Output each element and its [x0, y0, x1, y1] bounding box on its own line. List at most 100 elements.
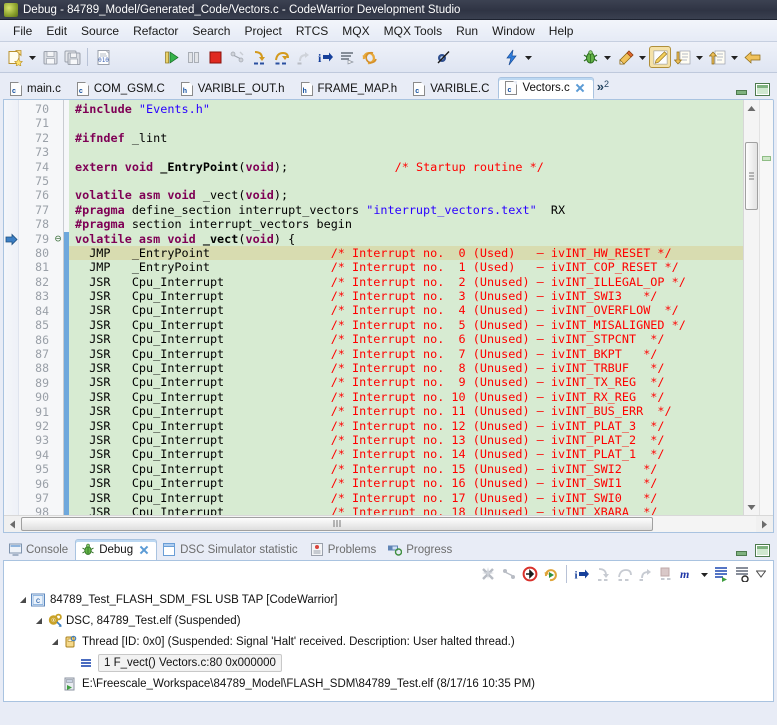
code-line[interactable]: JSR Cpu_Interrupt /* Interrupt no. 18 (U… — [69, 505, 743, 515]
next-annotation-dropdown-arrow[interactable] — [693, 46, 706, 68]
code-line[interactable]: JSR Cpu_Interrupt /* Interrupt no. 6 (Un… — [69, 332, 743, 346]
maximize-view-icon[interactable] — [755, 83, 770, 96]
step-by-step-icon[interactable] — [336, 46, 358, 68]
fold-marker[interactable] — [53, 260, 63, 274]
code-line[interactable]: JSR Cpu_Interrupt /* Interrupt no. 3 (Un… — [69, 289, 743, 303]
code-line[interactable]: JSR Cpu_Interrupt /* Interrupt no. 4 (Un… — [69, 303, 743, 317]
fold-marker[interactable] — [53, 131, 63, 145]
skip-all-breakpoints-icon[interactable] — [432, 46, 454, 68]
remove-all-terminated-icon[interactable] — [478, 564, 498, 584]
fold-marker[interactable]: ⊖ — [53, 232, 63, 246]
instruction-stepping-icon[interactable]: i — [572, 564, 592, 584]
scroll-left-icon[interactable] — [4, 516, 21, 532]
fold-marker[interactable] — [53, 333, 63, 347]
save-all-icon[interactable] — [61, 46, 83, 68]
menu-mqx-tools[interactable]: MQX Tools — [377, 22, 449, 40]
fold-marker[interactable] — [53, 188, 63, 202]
code-text-area[interactable]: #include "Events.h" #ifndef _lint extern… — [69, 100, 743, 515]
run-dropdown-arrow[interactable] — [636, 46, 649, 68]
menu-help[interactable]: Help — [542, 22, 581, 40]
debug-tree-node[interactable]: ◢ c 84789_Test_FLASH_SDM_FSL USB TAP [Code… — [4, 589, 773, 610]
run-last-tool-icon[interactable] — [500, 46, 522, 68]
code-line[interactable]: JMP _EntryPoint /* Interrupt no. 0 (Used… — [69, 245, 743, 261]
menu-project[interactable]: Project — [237, 22, 288, 40]
code-line[interactable]: JSR Cpu_Interrupt /* Interrupt no. 17 (U… — [69, 491, 743, 505]
editor-vertical-scrollbar[interactable] — [743, 100, 759, 515]
tree-expand-arrow-icon[interactable]: ◢ — [32, 616, 46, 625]
fold-marker[interactable] — [53, 116, 63, 130]
resume-icon[interactable] — [160, 46, 182, 68]
fold-marker[interactable] — [53, 217, 63, 231]
code-line[interactable]: volatile asm void _vect(void) { — [69, 232, 743, 246]
disconnect-icon[interactable] — [499, 564, 519, 584]
back-icon[interactable] — [741, 46, 763, 68]
fold-marker[interactable] — [53, 145, 63, 159]
disconnect-icon[interactable] — [226, 46, 248, 68]
step-over-icon[interactable] — [270, 46, 292, 68]
new-wizard-dropdown-arrow[interactable] — [26, 46, 39, 68]
view-menu-arrow[interactable] — [753, 564, 769, 584]
suspend-icon[interactable] — [182, 46, 204, 68]
code-line[interactable]: JSR Cpu_Interrupt /* Interrupt no. 8 (Un… — [69, 361, 743, 375]
code-line[interactable]: JSR Cpu_Interrupt /* Interrupt no. 2 (Un… — [69, 275, 743, 289]
code-line[interactable]: #include "Events.h" — [69, 102, 743, 116]
vertical-scroll-track[interactable] — [744, 116, 759, 499]
restart-icon[interactable] — [358, 46, 380, 68]
code-line[interactable] — [69, 116, 743, 130]
code-line[interactable]: JSR Cpu_Interrupt /* Interrupt no. 14 (U… — [69, 447, 743, 461]
fold-marker[interactable] — [53, 203, 63, 217]
menu-search[interactable]: Search — [185, 22, 237, 40]
debug-icon[interactable] — [579, 46, 601, 68]
tree-expand-arrow-icon[interactable]: ◢ — [48, 637, 62, 646]
fold-marker[interactable] — [53, 405, 63, 419]
fold-marker[interactable] — [53, 361, 63, 375]
editor-tab-frame-map-h[interactable]: h FRAME_MAP.h — [294, 77, 407, 99]
fold-marker[interactable] — [53, 376, 63, 390]
fold-marker[interactable] — [53, 477, 63, 491]
scroll-down-icon[interactable] — [744, 499, 759, 515]
previous-annotation-dropdown-arrow[interactable] — [728, 46, 741, 68]
collapse-all-icon[interactable] — [711, 564, 731, 584]
debug-tree-node[interactable]: ◢ DSC, 84789_Test.elf (Suspended) — [4, 610, 773, 631]
debug-tree-node[interactable]: 1 F_vect() Vectors.c:80 0x000000 — [4, 652, 773, 673]
fold-marker[interactable] — [53, 491, 63, 505]
fold-marker[interactable] — [53, 448, 63, 462]
code-line[interactable]: #ifndef _lint — [69, 131, 743, 145]
debug-session-tree[interactable]: ◢ c 84789_Test_FLASH_SDM_FSL USB TAP [Code… — [4, 587, 773, 701]
fold-marker[interactable] — [53, 289, 63, 303]
code-line[interactable]: volatile asm void _vect(void); — [69, 188, 743, 202]
previous-annotation-icon[interactable] — [706, 46, 728, 68]
instruction-stepping-icon[interactable]: i — [314, 46, 336, 68]
editor-horizontal-scrollbar[interactable] — [4, 515, 773, 532]
fold-marker[interactable] — [53, 160, 63, 174]
editor-marker-bar[interactable] — [4, 100, 19, 515]
close-icon[interactable] — [139, 545, 149, 555]
fold-marker[interactable] — [53, 347, 63, 361]
tab-console[interactable]: Console — [3, 539, 75, 560]
code-line[interactable]: extern void _EntryPoint(void); /* Startu… — [69, 160, 743, 174]
run-last-tool-dropdown-arrow[interactable] — [522, 46, 535, 68]
editor-tab-main-c[interactable]: c main.c — [3, 77, 70, 99]
step-into-icon[interactable] — [248, 46, 270, 68]
editor-tab-varible-c[interactable]: c VARIBLE.C — [406, 77, 498, 99]
editor-tab-varible-out-h[interactable]: h VARIBLE_OUT.h — [174, 77, 294, 99]
scroll-up-icon[interactable] — [744, 100, 759, 116]
code-line[interactable] — [69, 145, 743, 159]
close-icon[interactable] — [575, 83, 585, 93]
tab-debug[interactable]: Debug — [75, 539, 158, 560]
menu-run[interactable]: Run — [449, 22, 485, 40]
code-line[interactable]: JSR Cpu_Interrupt /* Interrupt no. 9 (Un… — [69, 375, 743, 389]
menu-rtcs[interactable]: RTCS — [289, 22, 335, 40]
horizontal-scroll-track[interactable] — [21, 516, 756, 532]
scroll-right-icon[interactable] — [756, 516, 773, 532]
code-line[interactable]: JSR Cpu_Interrupt /* Interrupt no. 12 (U… — [69, 419, 743, 433]
code-line[interactable]: JMP _EntryPoint /* Interrupt no. 1 (Used… — [69, 260, 743, 274]
folding-ruler[interactable]: ⊖ — [53, 100, 64, 515]
editor-tab-vectors-c[interactable]: c Vectors.c — [498, 77, 594, 99]
build-icon[interactable]: 010 — [92, 46, 114, 68]
save-icon[interactable] — [39, 46, 61, 68]
vertical-scroll-thumb[interactable] — [745, 142, 758, 210]
fold-marker[interactable] — [53, 102, 63, 116]
menu-refactor[interactable]: Refactor — [126, 22, 185, 40]
maximize-view-icon[interactable] — [755, 544, 770, 557]
